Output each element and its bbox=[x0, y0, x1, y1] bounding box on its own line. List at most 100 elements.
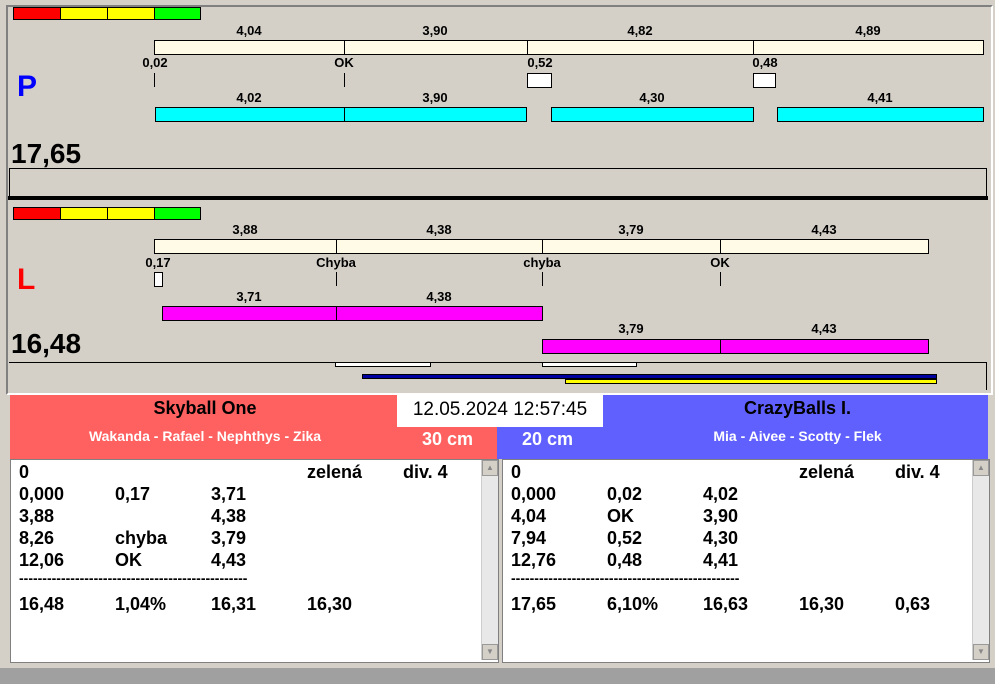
panel-separator bbox=[8, 196, 988, 200]
tick-mark bbox=[154, 73, 155, 87]
scrollbar[interactable]: ▲ ▼ bbox=[481, 460, 498, 660]
segment-label: 4,41 bbox=[867, 90, 893, 105]
gap-box bbox=[154, 272, 163, 287]
segment-label: 4,38 bbox=[426, 289, 452, 304]
measure-bar bbox=[155, 107, 345, 122]
segment-label: 4,43 bbox=[811, 222, 837, 237]
cell: 4,30 bbox=[703, 528, 739, 548]
left-results-list[interactable]: 0 zelená div. 4 0,000 0,17 3,71 3,88 4,38 8,2… bbox=[10, 459, 499, 663]
segment-label: 4,02 bbox=[236, 90, 262, 105]
cell: div. 4 bbox=[895, 462, 940, 482]
segment-bar bbox=[154, 239, 337, 254]
cell: 0,000 bbox=[511, 484, 557, 504]
cell: 4,02 bbox=[703, 484, 739, 504]
tick-label: 0,52 bbox=[527, 55, 553, 70]
distance: 20 cm bbox=[522, 429, 574, 449]
segment-bar bbox=[154, 40, 345, 55]
tick-label: chyba bbox=[523, 255, 561, 270]
cell: OK bbox=[115, 550, 142, 570]
measure-bar bbox=[777, 107, 984, 122]
cell: 3,90 bbox=[703, 506, 739, 526]
marker-bar bbox=[335, 362, 431, 367]
divider bbox=[986, 362, 987, 390]
segment-bar bbox=[542, 239, 721, 254]
cell: 7,94 bbox=[511, 528, 547, 548]
divider bbox=[9, 168, 987, 169]
status-yellow bbox=[60, 7, 108, 20]
segment-label: 4,04 bbox=[236, 23, 262, 38]
tick-label: Chyba bbox=[316, 255, 356, 270]
status-bar bbox=[0, 668, 995, 684]
measure-bar bbox=[344, 107, 527, 122]
measure-bar bbox=[336, 306, 543, 321]
tick-label: 0,02 bbox=[142, 55, 168, 70]
cell: 4,04 bbox=[511, 506, 547, 526]
cell: 4,43 bbox=[211, 550, 247, 570]
distance: 30 cm bbox=[422, 429, 474, 449]
cell: chyba bbox=[115, 528, 168, 548]
segment-label: 4,38 bbox=[426, 222, 452, 237]
segment-label: 3,90 bbox=[422, 90, 448, 105]
cell: 8,26 bbox=[19, 528, 55, 548]
gap-box bbox=[753, 73, 776, 88]
cell: 6,10% bbox=[607, 594, 659, 614]
tick-mark bbox=[542, 272, 543, 286]
status-green bbox=[154, 7, 201, 20]
segment-label: 3,88 bbox=[232, 222, 258, 237]
measure-bar bbox=[162, 306, 337, 321]
status-red bbox=[13, 7, 61, 20]
divider bbox=[9, 362, 987, 363]
segment-label: 4,82 bbox=[627, 23, 653, 38]
cell: OK bbox=[607, 506, 634, 526]
scroll-up-icon[interactable]: ▲ bbox=[973, 460, 989, 476]
tick-mark bbox=[336, 272, 337, 286]
side-label: P bbox=[17, 70, 38, 103]
datetime: 12.05.2024 12:57:45 bbox=[397, 395, 603, 427]
cell: 0 bbox=[511, 462, 522, 482]
cell: 0,63 bbox=[895, 594, 931, 614]
segment-label: 4,43 bbox=[811, 321, 837, 336]
status-yellow bbox=[107, 207, 155, 220]
total-value: 16,48 bbox=[11, 328, 82, 359]
marker-bar bbox=[542, 362, 637, 367]
segment-label: 3,79 bbox=[618, 321, 644, 336]
cell: 0,48 bbox=[607, 550, 643, 570]
scroll-down-icon[interactable]: ▼ bbox=[973, 644, 989, 660]
cell: 16,30 bbox=[799, 594, 845, 614]
cell: 16,63 bbox=[703, 594, 749, 614]
status-green bbox=[154, 207, 201, 220]
status-yellow bbox=[107, 7, 155, 20]
segment-bar bbox=[344, 40, 528, 55]
cell: zelená bbox=[307, 462, 363, 482]
scrollbar[interactable]: ▲ ▼ bbox=[972, 460, 989, 660]
tick-label: 0,17 bbox=[145, 255, 171, 270]
scroll-down-icon[interactable]: ▼ bbox=[482, 644, 498, 660]
measure-bar bbox=[542, 339, 721, 354]
team-name: CrazyBalls I. bbox=[743, 398, 852, 418]
tick-label: 0,48 bbox=[752, 55, 778, 70]
cell: zelená bbox=[799, 462, 855, 482]
cell: 16,31 bbox=[211, 594, 257, 614]
measure-bar bbox=[551, 107, 754, 122]
tick-mark bbox=[720, 272, 721, 286]
team-members: Mia - Aivee - Scotty - Flek bbox=[713, 428, 882, 444]
segment-label: 4,89 bbox=[855, 23, 881, 38]
cell: 4,38 bbox=[211, 506, 247, 526]
cell: 12,76 bbox=[511, 550, 557, 570]
separator: ----------------------------------------… bbox=[511, 570, 740, 586]
tick-mark bbox=[344, 73, 345, 87]
cell: 17,65 bbox=[511, 594, 557, 614]
total-value: 17,65 bbox=[11, 138, 82, 169]
divider bbox=[986, 168, 987, 196]
cell: 0,17 bbox=[115, 484, 151, 504]
cell: div. 4 bbox=[403, 462, 448, 482]
cell: 0,02 bbox=[607, 484, 643, 504]
scroll-up-icon[interactable]: ▲ bbox=[482, 460, 498, 476]
cell: 3,88 bbox=[19, 506, 55, 526]
segment-label: 3,90 bbox=[422, 23, 448, 38]
divider bbox=[9, 168, 10, 196]
segment-label: 4,30 bbox=[639, 90, 665, 105]
team-name: Skyball One bbox=[153, 398, 257, 418]
right-results-list[interactable]: 0 zelená div. 4 0,000 0,02 4,02 4,04 OK 3,90 7… bbox=[502, 459, 990, 663]
segment-bar bbox=[753, 40, 984, 55]
